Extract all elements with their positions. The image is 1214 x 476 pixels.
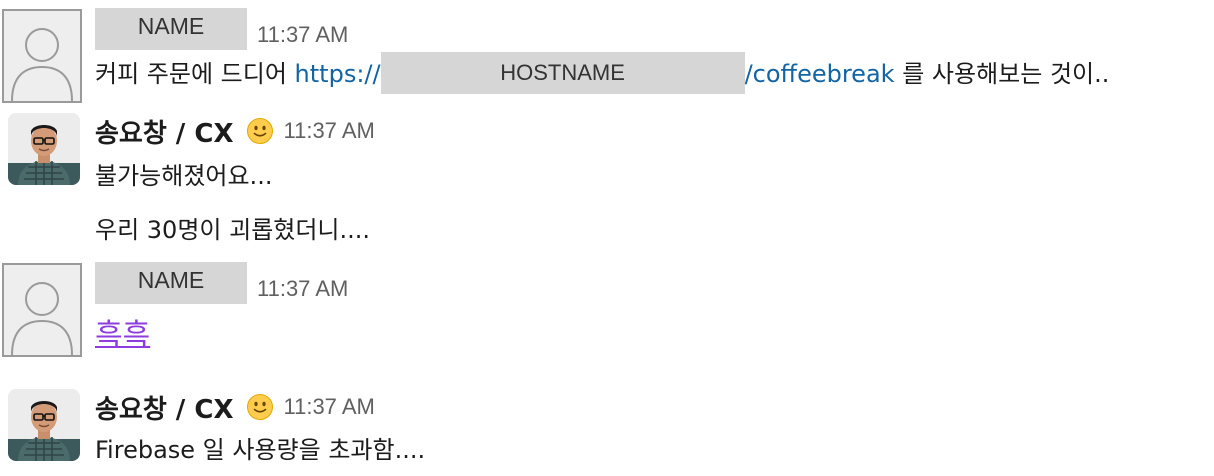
timestamp[interactable]: 11:37 AM bbox=[284, 118, 375, 144]
message-text: 흑흑 bbox=[95, 316, 150, 357]
message-header: NAME 11:37 AM bbox=[95, 262, 348, 304]
message-text-segment: 커피 주문에 드디어 bbox=[95, 60, 287, 88]
message-text: 우리 30명이 괴롭혔더니.... bbox=[95, 216, 371, 244]
message-header: 송요창 / CX 11:37 AM bbox=[95, 110, 375, 152]
timestamp[interactable]: 11:37 AM bbox=[257, 22, 348, 48]
timestamp[interactable]: 11:37 AM bbox=[257, 276, 348, 302]
message-text: 불가능해졌어요... bbox=[95, 162, 273, 190]
timestamp[interactable]: 11:37 AM bbox=[284, 394, 375, 420]
default-avatar-icon[interactable] bbox=[2, 9, 82, 103]
message-text: Firebase 일 사용량을 초과함.... bbox=[95, 436, 426, 464]
user-avatar[interactable] bbox=[8, 113, 80, 185]
default-avatar-icon[interactable] bbox=[2, 263, 82, 357]
message-text: 커피 주문에 드디어 https://HOSTNAME/coffeebreak … bbox=[95, 52, 1110, 96]
slightly-smiling-face-icon[interactable] bbox=[246, 393, 274, 421]
message-header: NAME 11:37 AM bbox=[95, 8, 348, 50]
message: 송요창 / CX 11:37 AM Firebase 일 사용량을 초과함...… bbox=[0, 386, 1214, 476]
message-text-segment: 를 사용해보는 것이.. bbox=[902, 60, 1110, 88]
message-link[interactable]: https://HOSTNAME/coffeebreak bbox=[295, 52, 895, 94]
link-prefix[interactable]: https:// bbox=[295, 60, 381, 88]
message: NAME 11:37 AM 커피 주문에 드디어 https://HOSTNAM… bbox=[0, 0, 1214, 110]
slightly-smiling-face-icon[interactable] bbox=[246, 117, 274, 145]
link-host[interactable]: HOSTNAME bbox=[380, 52, 745, 94]
message-header: 송요창 / CX 11:37 AM bbox=[95, 386, 375, 428]
sender-name[interactable]: 송요창 / CX bbox=[95, 113, 234, 150]
sender-name[interactable]: 송요창 / CX bbox=[95, 389, 234, 426]
user-avatar[interactable] bbox=[8, 389, 80, 461]
link-path[interactable]: /coffeebreak bbox=[745, 60, 895, 88]
message: 송요창 / CX 11:37 AM 불가능해졌어요... 우리 30명이 괴롭혔… bbox=[0, 110, 1214, 260]
mention-link[interactable]: 흑흑 bbox=[95, 318, 150, 353]
sender-name[interactable]: NAME bbox=[95, 8, 247, 50]
sender-name[interactable]: NAME bbox=[95, 262, 247, 304]
message: NAME 11:37 AM 흑흑 bbox=[0, 260, 1214, 380]
